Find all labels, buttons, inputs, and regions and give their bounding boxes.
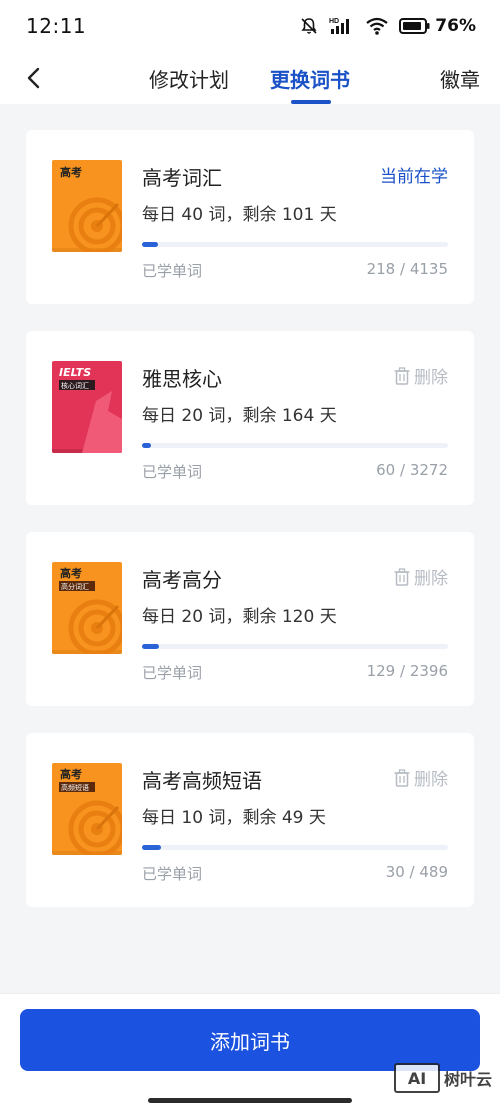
book-plan: 每日 20 词，剩余 164 天	[142, 406, 337, 426]
watermark: AI 树叶云	[394, 1063, 492, 1093]
tab-badges[interactable]: 徽章	[440, 64, 480, 93]
book-plan: 每日 20 词，剩余 120 天	[142, 607, 337, 627]
book-title: 高考词汇	[142, 166, 222, 190]
watermark-text: 树叶云	[444, 1070, 493, 1089]
tab-modify-plan[interactable]: 修改计划	[149, 64, 229, 93]
book-card[interactable]: IELTS 核心词汇 雅思核心 删除 每日 20 词，剩余 164 天 已学单词…	[26, 331, 474, 505]
home-indicator[interactable]	[148, 1098, 352, 1103]
cover-subtitle: 核心词汇	[61, 381, 89, 390]
wifi-icon	[365, 16, 389, 36]
progress-fill	[142, 644, 159, 649]
book-list: 高考 高考词汇 当前在学 每日 40 词，剩余 101 天 已学单词 218 /…	[26, 130, 474, 934]
status-icons: HD 76%	[299, 16, 476, 36]
book-cover: 高考	[52, 160, 122, 252]
book-cover: 高考 高分词汇	[52, 562, 122, 654]
cover-title: IELTS	[59, 366, 91, 379]
trash-icon	[394, 768, 410, 787]
book-plan: 每日 40 词，剩余 101 天	[142, 205, 337, 225]
book-card[interactable]: 高考 高频短语 高考高频短语 删除 每日 10 词，剩余 49 天 已学单词 3…	[26, 733, 474, 907]
delete-button[interactable]: 删除	[394, 363, 448, 388]
battery-percent: 76%	[435, 16, 476, 36]
learned-count: 218 / 4135	[366, 260, 448, 278]
book-title: 高考高分	[142, 568, 222, 592]
delete-label: 删除	[414, 569, 448, 589]
book-title: 雅思核心	[142, 367, 222, 391]
learned-label: 已学单词	[142, 463, 203, 481]
hd-label: HD	[329, 18, 339, 25]
book-card[interactable]: 高考 高考词汇 当前在学 每日 40 词，剩余 101 天 已学单词 218 /…	[26, 130, 474, 304]
progress-fill	[142, 443, 152, 448]
back-button[interactable]	[18, 62, 50, 94]
battery-indicator: 76%	[399, 16, 476, 36]
current-studying-label: 当前在学	[380, 167, 448, 187]
learned-count: 60 / 3272	[376, 461, 448, 479]
mute-icon	[299, 16, 319, 36]
bottom-bar: 添加词书	[0, 993, 500, 1111]
battery-icon	[399, 18, 430, 34]
cover-subtitle: 高频短语	[61, 783, 89, 792]
cover-title: 高考	[60, 767, 82, 781]
progress-fill	[142, 242, 159, 247]
status-bar: 12:11 HD 76%	[0, 0, 500, 52]
book-title: 高考高频短语	[142, 769, 262, 793]
active-tab-indicator	[291, 100, 331, 104]
trash-icon	[394, 366, 410, 385]
delete-button[interactable]: 删除	[394, 765, 448, 790]
trash-icon	[394, 567, 410, 586]
chevron-left-icon	[27, 67, 40, 89]
watermark-logo: AI	[394, 1063, 440, 1093]
cover-subtitle: 高分词汇	[61, 582, 89, 591]
progress-fill	[142, 845, 161, 850]
learned-label: 已学单词	[142, 865, 203, 883]
tab-change-book[interactable]: 更换词书	[270, 64, 350, 93]
progress-bar	[142, 443, 448, 448]
book-cover: 高考 高频短语	[52, 763, 122, 855]
learned-count: 129 / 2396	[366, 662, 448, 680]
delete-label: 删除	[414, 368, 448, 388]
progress-bar	[142, 644, 448, 649]
learned-label: 已学单词	[142, 262, 203, 280]
delete-label: 删除	[414, 770, 448, 790]
progress-bar	[142, 845, 448, 850]
cover-title: 高考	[60, 566, 82, 580]
nav-bar: 修改计划 更换词书 徽章	[0, 52, 500, 104]
progress-bar	[142, 242, 448, 247]
book-cover: IELTS 核心词汇	[52, 361, 122, 453]
signal-icon: HD	[329, 16, 355, 36]
delete-button[interactable]: 删除	[394, 564, 448, 589]
cover-title: 高考	[60, 165, 82, 179]
add-book-button[interactable]: 添加词书	[20, 1009, 480, 1071]
book-card[interactable]: 高考 高分词汇 高考高分 删除 每日 20 词，剩余 120 天 已学单词 12…	[26, 532, 474, 706]
book-plan: 每日 10 词，剩余 49 天	[142, 808, 326, 828]
learned-label: 已学单词	[142, 664, 203, 682]
learned-count: 30 / 489	[385, 863, 448, 881]
status-time: 12:11	[26, 14, 87, 38]
